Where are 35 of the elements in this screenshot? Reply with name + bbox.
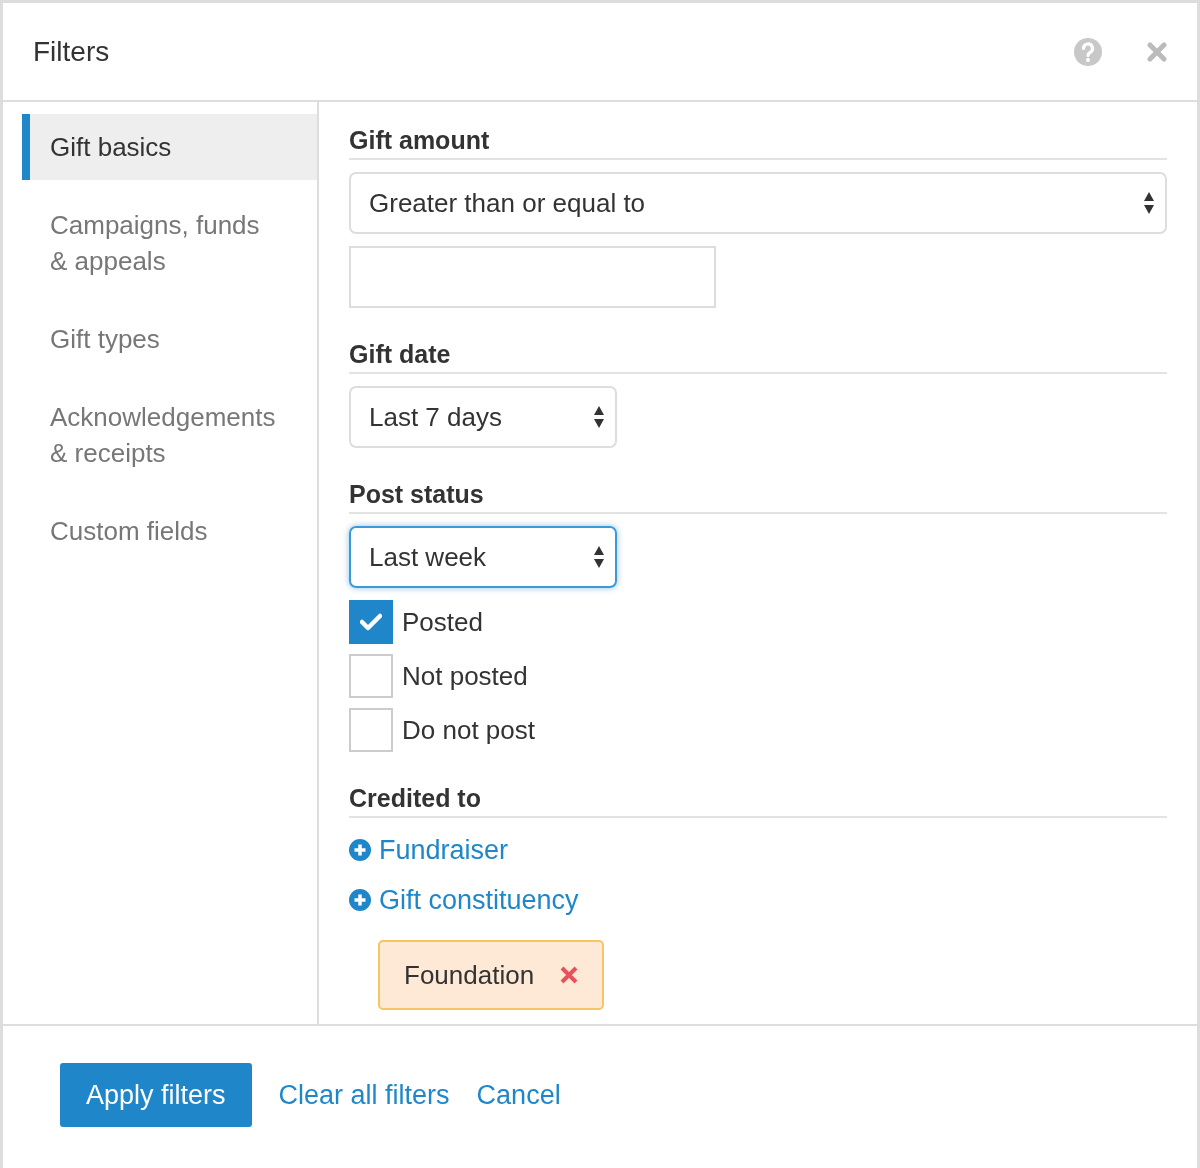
apply-button[interactable]: Apply filters [60,1063,252,1127]
select-field[interactable]: Last week [349,526,617,588]
checkbox[interactable] [349,708,393,752]
input-field[interactable] [349,246,716,308]
checkmark-icon [360,613,382,631]
select-field[interactable]: Last 7 days [349,386,617,448]
checkbox-label: Not posted [402,660,528,692]
sidebar-item[interactable]: Custom fields [22,498,317,564]
section-heading: Gift date [349,338,1167,374]
dialog-title: Filters [33,35,111,68]
checkbox[interactable] [349,600,393,644]
section-heading: Gift amount [349,124,1167,160]
checkbox-label: Do not post [402,714,535,746]
close-icon[interactable] [1147,41,1167,62]
sidebar-item[interactable]: Acknowledgements & receipts [22,384,300,486]
select-arrows-icon [593,405,605,429]
footer-link[interactable]: Cancel [476,1079,561,1111]
section-heading: Post status [349,478,1167,514]
sidebar-item[interactable]: Campaigns, funds & appeals [22,192,300,294]
select-field[interactable]: Greater than or equal to [349,172,1167,234]
sidebar-item[interactable]: Gift basics [22,114,317,180]
plus-circle-icon [349,839,371,861]
help-icon[interactable] [1073,36,1103,67]
add-link[interactable]: Fundraiser [349,830,509,870]
tag-label: Foundation [404,959,535,991]
checkbox[interactable] [349,654,393,698]
add-link[interactable]: Gift constituency [349,880,579,920]
select-arrows-icon [1143,191,1155,215]
sidebar-item[interactable]: Gift types [22,306,317,372]
remove-icon[interactable] [560,966,579,984]
section-heading: Credited to [349,782,1167,818]
checkbox-label: Posted [402,606,483,638]
select-arrows-icon [593,545,605,569]
footer-link[interactable]: Clear all filters [278,1079,450,1111]
plus-circle-icon [349,889,371,911]
